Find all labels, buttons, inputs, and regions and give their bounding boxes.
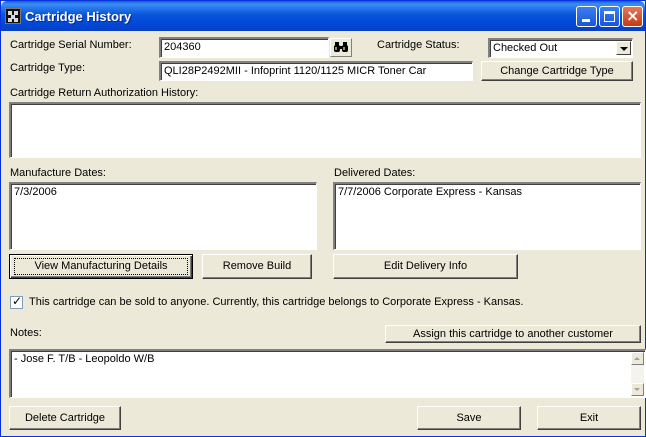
close-button[interactable]: ×	[622, 6, 643, 27]
chevron-down-icon[interactable]	[616, 41, 631, 55]
list-item[interactable]: 7/3/2006	[14, 186, 57, 198]
cartridge-type-label: Cartridge Type:	[10, 62, 86, 74]
notes-field[interactable]: - Jose F. T/B - Leopoldo W/B	[9, 349, 646, 398]
serial-number-value: 204360	[164, 41, 201, 53]
edit-delivery-info-label: Edit Delivery Info	[383, 260, 468, 272]
view-manufacturing-details-button[interactable]: View Manufacturing Details	[9, 254, 193, 279]
title-bar[interactable]: Cartridge History ×	[1, 1, 645, 31]
cartridge-type-value: QLI28P2492MII - Infoprint 1120/1125 MICR…	[164, 65, 427, 77]
exit-button[interactable]: Exit	[537, 406, 641, 430]
delivered-dates-label: Delivered Dates:	[334, 167, 416, 179]
delivered-dates-list[interactable]: 7/7/2006 Corporate Express - Kansas	[333, 182, 641, 250]
edit-delivery-info-button[interactable]: Edit Delivery Info	[333, 254, 518, 279]
save-button[interactable]: Save	[417, 406, 521, 430]
sellable-text: This cartridge can be sold to anyone. Cu…	[29, 296, 524, 308]
app-icon[interactable]	[5, 8, 21, 24]
save-label: Save	[456, 412, 482, 424]
remove-build-label: Remove Build	[222, 260, 292, 272]
checkmark-icon: ✓	[12, 294, 23, 308]
cartridge-history-window: Cartridge History × Cartridge Serial Num…	[0, 0, 646, 437]
list-item[interactable]: 7/7/2006 Corporate Express - Kansas	[338, 186, 522, 198]
notes-value: - Jose F. T/B - Leopoldo W/B	[14, 353, 155, 365]
status-dropdown[interactable]: Checked Out	[488, 38, 633, 58]
delete-cartridge-label: Delete Cartridge	[24, 412, 106, 424]
close-icon: ×	[626, 6, 640, 25]
return-history-label: Cartridge Return Authorization History:	[10, 87, 199, 99]
delete-cartridge-button[interactable]: Delete Cartridge	[9, 406, 121, 430]
status-value: Checked Out	[493, 42, 558, 54]
focus-rect	[14, 258, 188, 275]
manufacture-dates-list[interactable]: 7/3/2006	[9, 182, 317, 250]
notes-scrollbar[interactable]	[631, 352, 644, 396]
status-label: Cartridge Status:	[377, 39, 460, 51]
scroll-up-icon[interactable]	[631, 352, 644, 365]
serial-number-label: Cartridge Serial Number:	[10, 39, 132, 51]
assign-customer-button[interactable]: Assign this cartridge to another custome…	[385, 325, 641, 343]
change-cartridge-type-label: Change Cartridge Type	[500, 65, 614, 77]
serial-number-field[interactable]: 204360	[159, 37, 329, 58]
exit-label: Exit	[579, 412, 599, 424]
maximize-button[interactable]	[599, 6, 620, 27]
remove-build-button[interactable]: Remove Build	[202, 254, 312, 279]
notes-label: Notes:	[10, 327, 42, 339]
cartridge-type-field[interactable]: QLI28P2492MII - Infoprint 1120/1125 MICR…	[159, 61, 473, 81]
scroll-down-icon[interactable]	[631, 383, 644, 396]
minimize-button[interactable]	[576, 6, 597, 27]
assign-customer-label: Assign this cartridge to another custome…	[413, 328, 613, 340]
maximize-icon	[604, 11, 615, 22]
sellable-checkbox[interactable]: ✓	[10, 294, 23, 309]
manufacture-dates-label: Manufacture Dates:	[10, 167, 106, 179]
window-title: Cartridge History	[25, 9, 132, 24]
change-cartridge-type-button[interactable]: Change Cartridge Type	[481, 61, 633, 81]
minimize-icon	[582, 19, 590, 22]
return-history-box[interactable]	[9, 102, 641, 158]
binoculars-icon[interactable]	[330, 38, 352, 57]
